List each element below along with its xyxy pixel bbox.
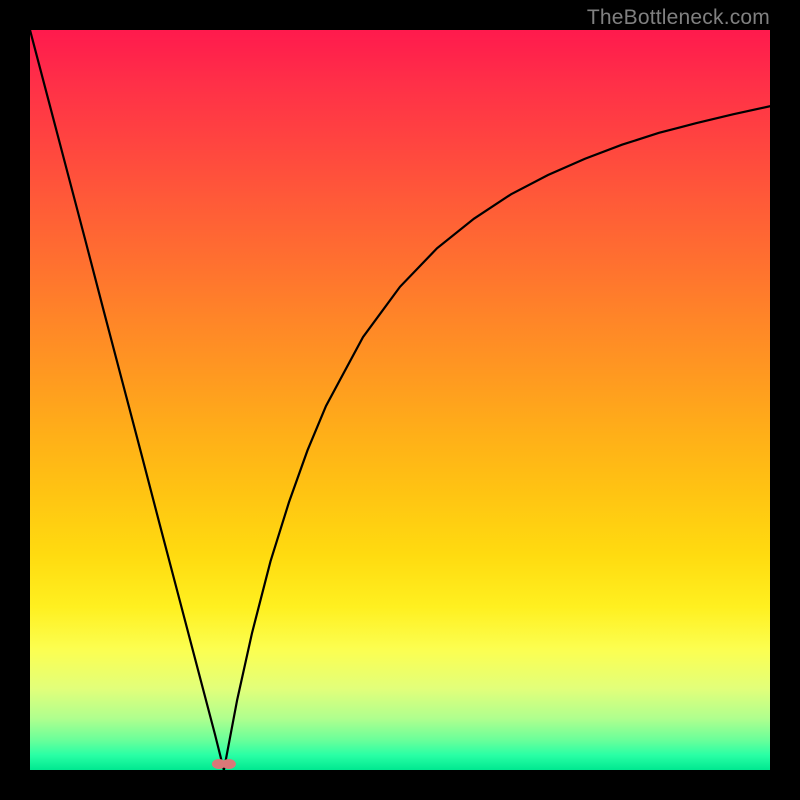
watermark-text: TheBottleneck.com [587,6,770,30]
chart-frame: TheBottleneck.com [0,0,800,800]
curve-layer [30,30,770,770]
curve-right-branch [224,106,770,770]
curve-left-branch [30,30,224,770]
plot-area [30,30,770,770]
